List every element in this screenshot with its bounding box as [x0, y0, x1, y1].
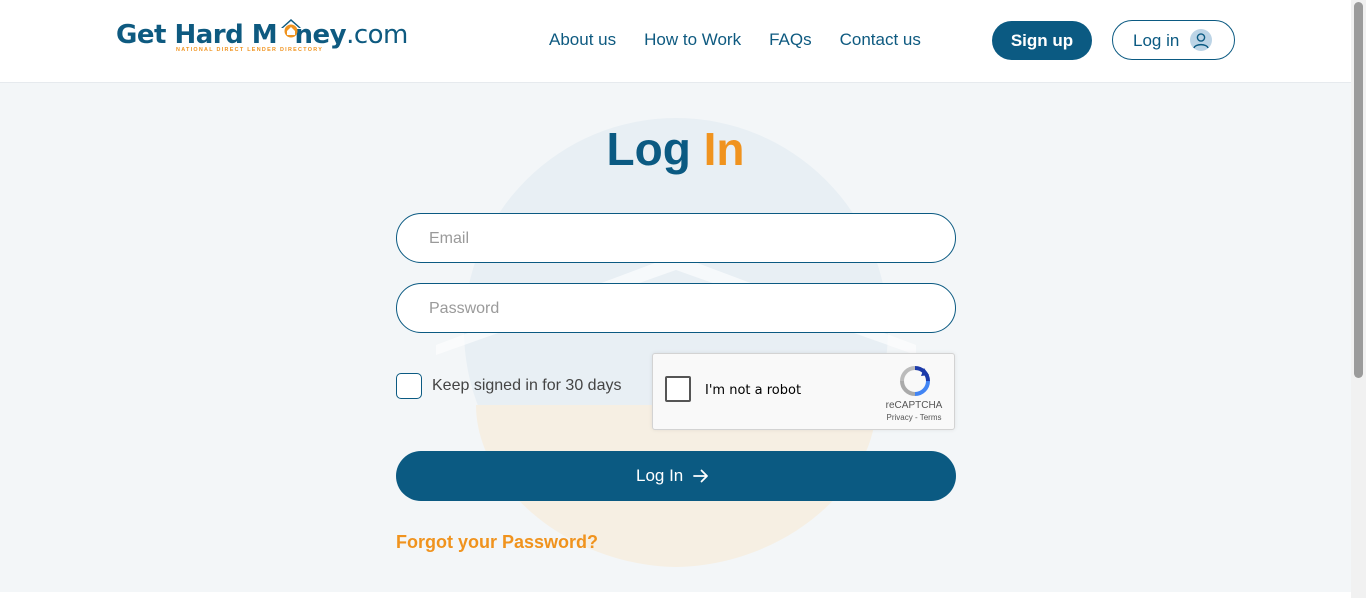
recaptcha-widget: I'm not a robot reCAPTCHA Privacy - Term… [652, 353, 955, 430]
nav-contact-us[interactable]: Contact us [840, 30, 921, 50]
footer-edge [0, 592, 1351, 598]
login-submit-button[interactable]: Log In [396, 451, 956, 501]
header-login-label: Log in [1133, 31, 1180, 50]
email-field-wrapper [396, 213, 956, 264]
recaptcha-checkbox[interactable] [665, 376, 691, 402]
recaptcha-brand: reCAPTCHA [885, 400, 943, 411]
recaptcha-links[interactable]: Privacy - Terms [879, 413, 949, 422]
main-nav: About us How to Work FAQs Contact us [549, 30, 921, 50]
page-scrollbar[interactable] [1351, 0, 1366, 598]
page-title: Log In [606, 123, 745, 175]
nav-faqs[interactable]: FAQs [769, 30, 812, 50]
logo-tagline: NATIONAL DIRECT LENDER DIRECTORY [176, 47, 324, 53]
brand-logo[interactable]: Get Hard Money.com NATIONAL DIRECT LENDE… [116, 18, 431, 58]
email-input[interactable] [427, 214, 931, 264]
recaptcha-logo-icon [900, 366, 930, 396]
keep-signed-in-label[interactable]: Keep signed in for 30 days [432, 377, 621, 395]
user-avatar-icon [1190, 29, 1212, 51]
keep-signed-in-checkbox[interactable] [396, 373, 422, 399]
recaptcha-label: I'm not a robot [705, 383, 802, 398]
arrow-right-icon [693, 469, 708, 483]
password-field-wrapper [396, 283, 956, 334]
header-login-button[interactable]: Log in [1112, 20, 1235, 60]
password-input[interactable] [427, 284, 931, 334]
nav-how-to-work[interactable]: How to Work [644, 30, 741, 50]
login-submit-label: Log In [636, 466, 684, 485]
nav-about-us[interactable]: About us [549, 30, 616, 50]
site-header: Get Hard Money.com NATIONAL DIRECT LENDE… [0, 0, 1351, 83]
signup-button[interactable]: Sign up [992, 21, 1092, 60]
scrollbar-thumb[interactable] [1354, 2, 1363, 378]
forgot-password-link[interactable]: Forgot your Password? [396, 531, 598, 553]
